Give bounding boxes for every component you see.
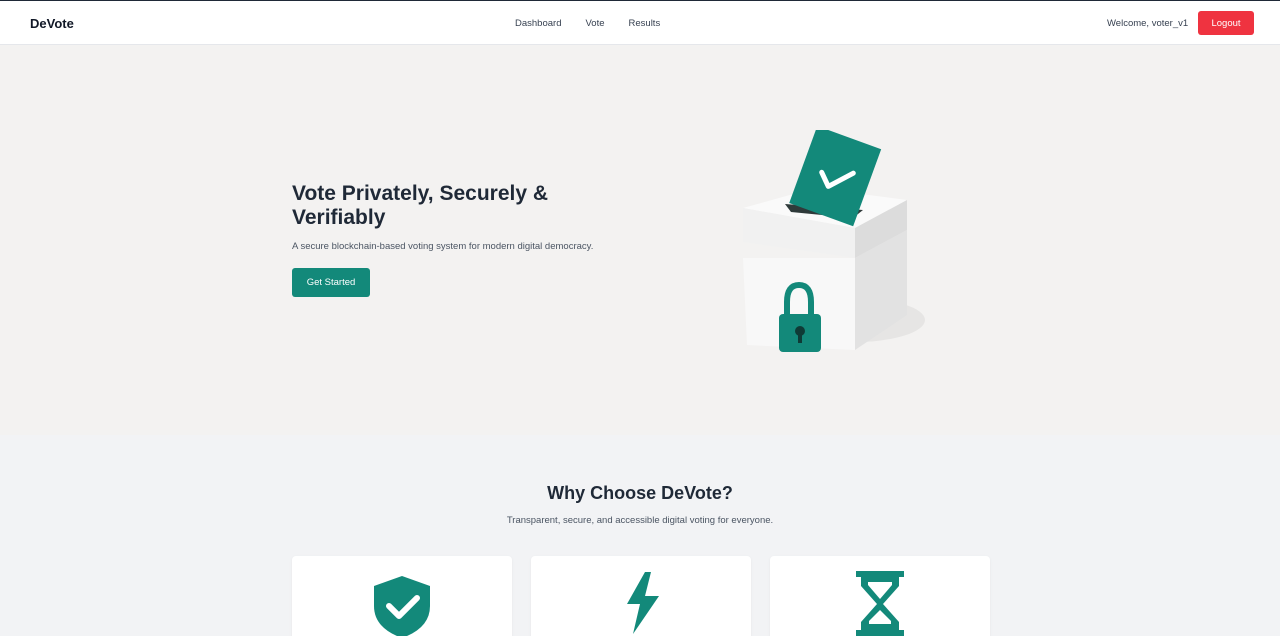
hourglass-icon (856, 571, 904, 636)
features-section: Why Choose DeVote? Transparent, secure, … (0, 435, 1280, 636)
nav-vote[interactable]: Vote (585, 18, 604, 29)
hero-subtitle: A secure blockchain-based voting system … (292, 241, 594, 252)
feature-card-speed (531, 556, 751, 636)
hero-title: Vote Privately, Securely & Verifiably (292, 182, 549, 229)
features-title: Why Choose DeVote? (547, 483, 733, 503)
nav-dashboard[interactable]: Dashboard (515, 18, 561, 29)
nav-results[interactable]: Results (629, 18, 661, 29)
nav-links: Dashboard Vote Results (515, 18, 660, 29)
shield-check-icon (374, 576, 430, 636)
welcome-text: Welcome, voter_v1 (1107, 18, 1189, 29)
features-subtitle: Transparent, secure, and accessible digi… (506, 515, 774, 526)
hero-section: Vote Privately, Securely & Verifiably A … (0, 45, 1280, 435)
navbar: DeVote Dashboard Vote Results Welcome, v… (0, 0, 1280, 45)
feature-card-time (770, 556, 990, 636)
brand-logo[interactable]: DeVote (30, 16, 74, 31)
feature-card-security (292, 556, 512, 636)
ballot-box-illustration (743, 130, 925, 352)
get-started-button[interactable]: Get Started (292, 268, 370, 297)
logout-button[interactable]: Logout (1198, 11, 1254, 35)
lightning-icon (627, 572, 659, 634)
